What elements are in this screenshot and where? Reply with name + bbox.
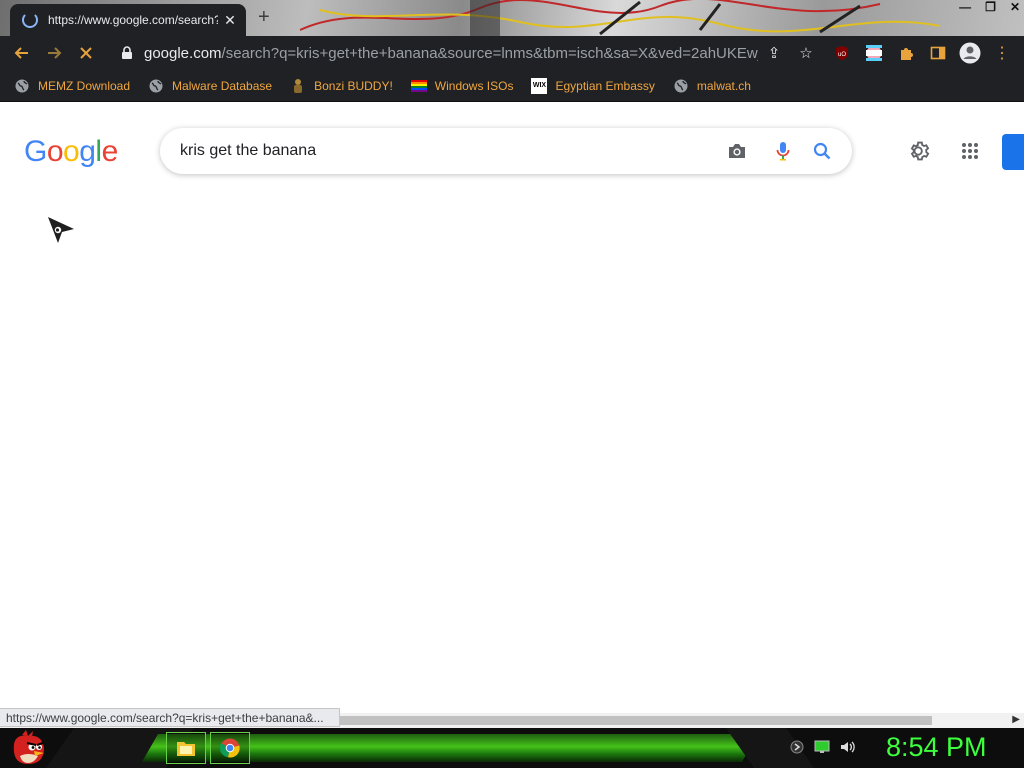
bookmark-memz-download[interactable]: MEMZ Download bbox=[14, 78, 130, 94]
logo-letter: o bbox=[63, 135, 80, 168]
globe-icon bbox=[673, 78, 689, 94]
arrow-right-icon bbox=[48, 47, 62, 59]
microphone-icon[interactable] bbox=[772, 140, 794, 162]
globe-icon bbox=[148, 78, 164, 94]
logo-letter: g bbox=[79, 135, 96, 168]
apps-grid-icon[interactable] bbox=[958, 139, 982, 163]
bookmark-label: malwat.ch bbox=[696, 78, 751, 93]
start-button-angry-bird-icon[interactable] bbox=[8, 730, 48, 766]
logo-letter: G bbox=[24, 135, 47, 168]
loading-spinner-icon bbox=[22, 12, 38, 28]
tray-app-icon[interactable] bbox=[790, 740, 804, 754]
bonzi-icon bbox=[290, 78, 306, 94]
svg-text:uO: uO bbox=[838, 52, 846, 58]
bookmark-bonzi-buddy[interactable]: Bonzi BUDDY! bbox=[290, 78, 393, 94]
folder-icon bbox=[177, 742, 195, 756]
arrow-left-icon bbox=[14, 47, 28, 59]
search-icon[interactable] bbox=[811, 140, 833, 162]
globe-icon bbox=[14, 78, 30, 94]
bookmark-label: MEMZ Download bbox=[38, 78, 131, 93]
bookmark-malware-database[interactable]: Malware Database bbox=[148, 78, 272, 94]
address-bar[interactable]: google.com/search?q=kris+get+the+banana&… bbox=[112, 39, 822, 67]
bookmark-label: Windows ISOs bbox=[434, 78, 514, 93]
system-tray bbox=[790, 740, 856, 754]
bookmark-label: Malware Database bbox=[172, 78, 273, 93]
tab-strip: https://www.google.com/search?q=kris+get… bbox=[0, 0, 1024, 36]
settings-gear-icon[interactable] bbox=[908, 139, 932, 163]
forward-button[interactable] bbox=[38, 39, 70, 67]
ublock-icon[interactable]: uO bbox=[832, 43, 852, 63]
volume-icon[interactable] bbox=[840, 740, 856, 754]
side-panel-icon[interactable] bbox=[928, 43, 948, 63]
new-tab-button[interactable]: + bbox=[258, 6, 270, 29]
logo-letter: e bbox=[101, 135, 119, 168]
bookmarks-bar: MEMZ Download Malware Database Bonzi BUD… bbox=[0, 70, 1024, 102]
url-host: google.com bbox=[143, 44, 222, 62]
bookmark-label: Bonzi BUDDY! bbox=[314, 78, 393, 93]
wix-icon: WIX bbox=[531, 77, 548, 94]
lock-icon[interactable] bbox=[120, 46, 134, 60]
stop-button[interactable] bbox=[70, 39, 102, 67]
close-window-icon[interactable]: ✕ bbox=[1010, 0, 1020, 16]
extensions-puzzle-icon[interactable] bbox=[896, 43, 916, 63]
bookmark-star-icon[interactable]: ☆ bbox=[790, 44, 822, 62]
mouse-cursor-icon bbox=[48, 217, 74, 243]
share-icon[interactable]: ⇪ bbox=[758, 44, 790, 62]
logo-letter: o bbox=[46, 135, 64, 168]
google-logo[interactable]: Google bbox=[24, 135, 118, 169]
sign-in-button[interactable] bbox=[1002, 134, 1024, 170]
browser-menu-icon[interactable]: ⋮ bbox=[992, 43, 1012, 63]
taskbar-chrome[interactable] bbox=[210, 732, 250, 764]
bookmark-windows-isos[interactable]: Windows ISOs bbox=[410, 78, 514, 94]
google-results-page: Google bbox=[0, 103, 1024, 713]
pride-flag-extension-icon[interactable] bbox=[864, 43, 884, 63]
taskbar-clock[interactable]: 8:54 PM bbox=[886, 732, 987, 763]
scroll-right-icon[interactable]: ▶ bbox=[1012, 714, 1020, 725]
bookmark-malwatch[interactable]: malwat.ch bbox=[673, 78, 751, 94]
search-box[interactable] bbox=[160, 128, 852, 174]
search-input[interactable] bbox=[180, 142, 710, 160]
rainbow-flag-icon bbox=[410, 78, 427, 94]
taskbar-file-explorer[interactable] bbox=[166, 732, 206, 764]
stop-x-icon bbox=[80, 47, 92, 59]
bookmark-egyptian-embassy[interactable]: WIX Egyptian Embassy bbox=[531, 77, 655, 94]
minimize-icon[interactable]: — bbox=[959, 0, 971, 16]
taskbar: 8:54 PM bbox=[0, 728, 1024, 768]
tab-title: https://www.google.com/search?q=kris+get… bbox=[48, 13, 218, 27]
address-url[interactable]: google.com/search?q=kris+get+the+banana&… bbox=[144, 45, 758, 62]
window-controls: — ❐ ✕ bbox=[959, 0, 1020, 16]
back-button[interactable] bbox=[6, 39, 38, 67]
camera-icon[interactable] bbox=[726, 140, 748, 162]
browser-toolbar: google.com/search?q=kris+get+the+banana&… bbox=[0, 36, 1024, 70]
bookmark-label: Egyptian Embassy bbox=[555, 78, 655, 93]
scrollbar-thumb[interactable] bbox=[340, 716, 932, 725]
profile-avatar-icon[interactable] bbox=[958, 41, 982, 65]
status-bar-url: https://www.google.com/search?q=kris+get… bbox=[0, 708, 340, 727]
network-monitor-icon[interactable] bbox=[814, 740, 830, 754]
close-tab-icon[interactable]: ✕ bbox=[222, 12, 238, 29]
url-path: /search?q=kris+get+the+banana&source=lnm… bbox=[221, 44, 759, 62]
browser-tab[interactable]: https://www.google.com/search?q=kris+get… bbox=[10, 4, 246, 36]
chrome-icon bbox=[220, 738, 240, 758]
maximize-icon[interactable]: ❐ bbox=[985, 0, 996, 16]
